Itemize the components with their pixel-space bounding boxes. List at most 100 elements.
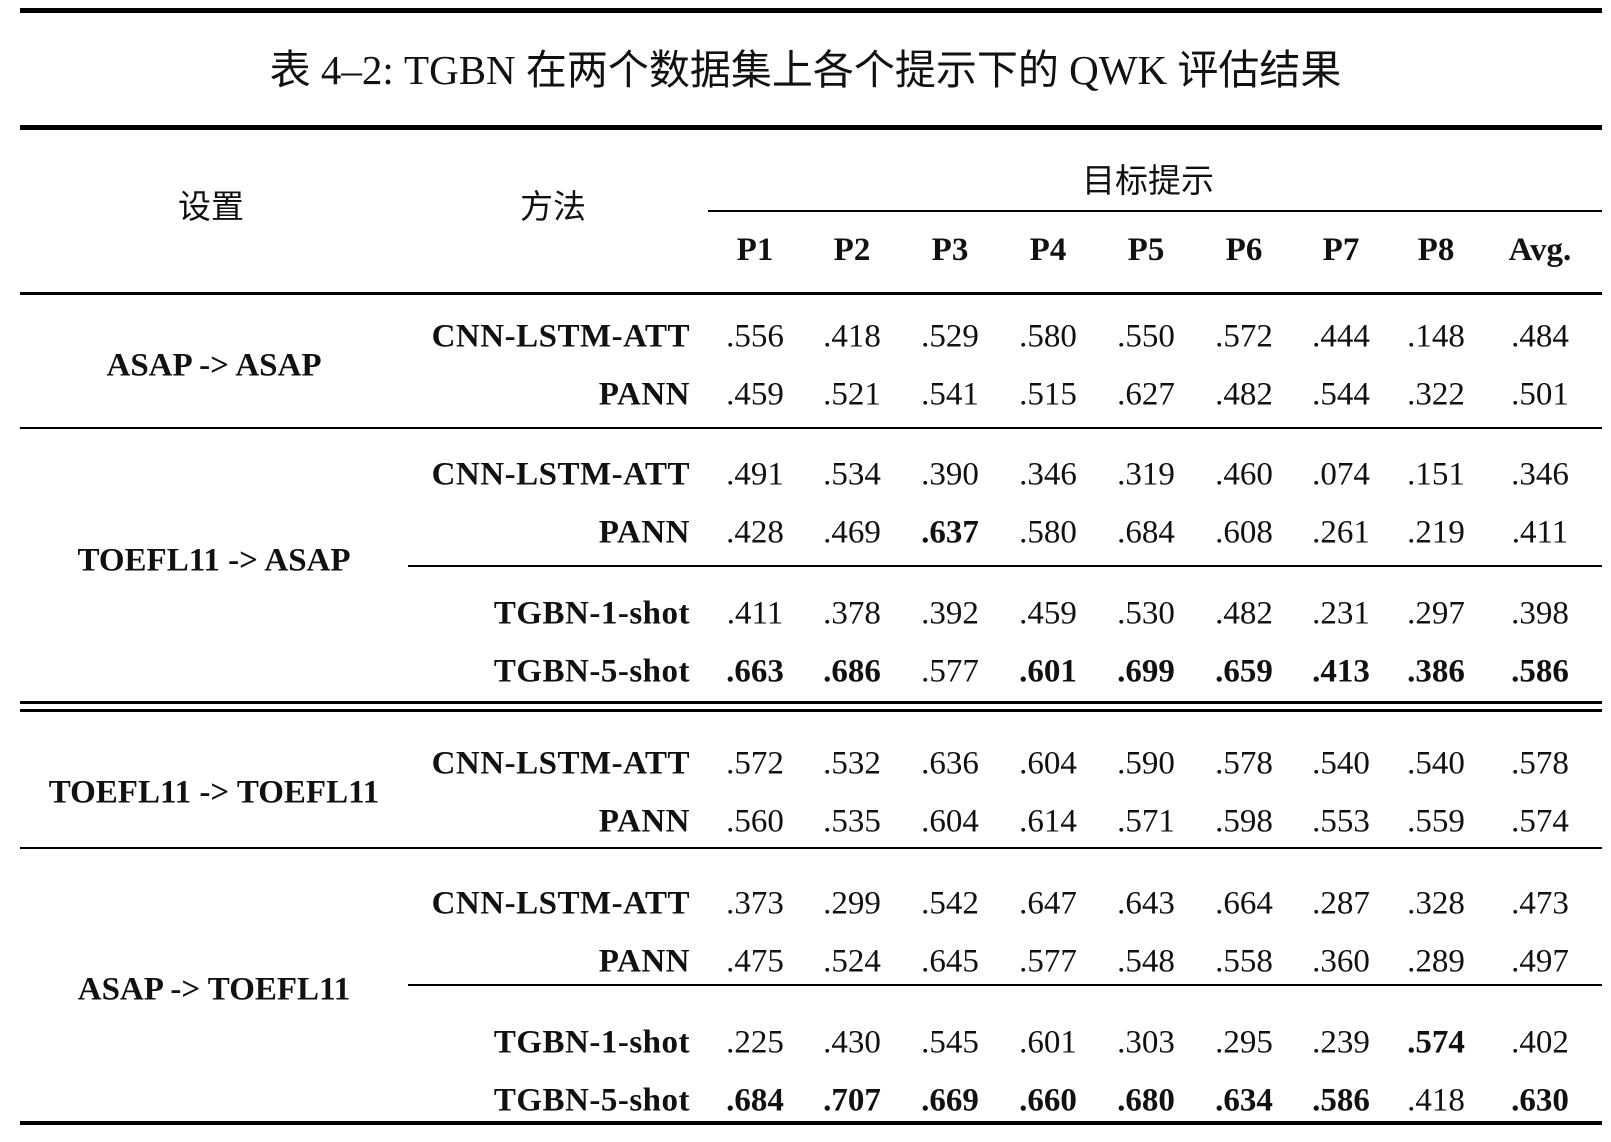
table-cell: .627 [1117, 376, 1175, 413]
table-cell: .572 [1215, 318, 1273, 355]
table-caption: 表 4–2: TGBN 在两个数据集上各个提示下的 QWK 评估结果 [269, 47, 1342, 93]
table-cell: .578 [1215, 745, 1273, 782]
column-header: P6 [1225, 232, 1263, 268]
table-cell: .578 [1511, 745, 1569, 782]
group-divider-rule [20, 847, 1602, 849]
table-cell: .469 [823, 514, 881, 551]
table-cell: .601 [1019, 653, 1077, 690]
table-cell: .444 [1312, 318, 1370, 355]
table-cell: .346 [1019, 456, 1077, 493]
table-cell: .473 [1511, 885, 1569, 922]
table-cell: .664 [1215, 885, 1273, 922]
table-cell: .636 [921, 745, 979, 782]
method-label: CNN-LSTM-ATT [431, 318, 690, 355]
table-cell: .418 [1407, 1082, 1465, 1119]
table-cell: .402 [1511, 1024, 1569, 1061]
table-cell: .577 [1019, 943, 1077, 980]
table-cell: .684 [726, 1082, 784, 1119]
column-header: P7 [1322, 232, 1360, 268]
table-cell: .590 [1117, 745, 1175, 782]
table-cell: .225 [726, 1024, 784, 1061]
table-cell: .411 [1511, 514, 1569, 551]
setting-label: ASAP -> ASAP [106, 347, 322, 384]
table-cell: .548 [1117, 943, 1175, 980]
table-cell: .484 [1511, 318, 1569, 355]
table-cell: .558 [1215, 943, 1273, 980]
setting-label: TOEFL11 -> TOEFL11 [48, 774, 380, 811]
table-cell: .643 [1117, 885, 1175, 922]
table-cell: .571 [1117, 803, 1175, 840]
table-cell: .299 [823, 885, 881, 922]
table-cell: .319 [1117, 456, 1175, 493]
target-header-rule [708, 210, 1602, 212]
header-target-prompts: 目标提示 [1082, 161, 1214, 200]
table-cell: .289 [1407, 943, 1465, 980]
table-cell: .663 [726, 653, 784, 690]
table-cell: .580 [1019, 514, 1077, 551]
table-cell: .608 [1215, 514, 1273, 551]
column-header: P8 [1417, 232, 1455, 268]
table-cell: .707 [823, 1082, 881, 1119]
table-cell: .295 [1215, 1024, 1273, 1061]
table-cell: .669 [921, 1082, 979, 1119]
table-cell: .411 [726, 595, 784, 632]
method-label: PANN [598, 943, 690, 980]
table-cell: .556 [726, 318, 784, 355]
table-cell: .550 [1117, 318, 1175, 355]
table-cell: .686 [823, 653, 881, 690]
table-cell: .614 [1019, 803, 1077, 840]
table-cell: .604 [921, 803, 979, 840]
results-table-page: 表 4–2: TGBN 在两个数据集上各个提示下的 QWK 评估结果 设置 方法… [0, 0, 1611, 1142]
table-cell: .497 [1511, 943, 1569, 980]
table-cell: .544 [1312, 376, 1370, 413]
table-cell: .482 [1215, 376, 1273, 413]
table-cell: .634 [1215, 1082, 1273, 1119]
table-cell: .074 [1312, 456, 1370, 493]
table-cell: .297 [1407, 595, 1465, 632]
table-cell: .630 [1511, 1082, 1569, 1119]
table-cell: .532 [823, 745, 881, 782]
table-cell: .430 [823, 1024, 881, 1061]
table-cell: .545 [921, 1024, 979, 1061]
table-bottom-rule [20, 1121, 1602, 1125]
table-cell: .541 [921, 376, 979, 413]
table-cell: .231 [1312, 595, 1370, 632]
table-cell: .540 [1312, 745, 1370, 782]
table-cell: .346 [1511, 456, 1569, 493]
table-cell: .601 [1019, 1024, 1077, 1061]
table-cell: .560 [726, 803, 784, 840]
double-rule-upper [20, 701, 1602, 704]
top-frame-rule [20, 8, 1602, 13]
table-cell: .390 [921, 456, 979, 493]
table-cell: .680 [1117, 1082, 1175, 1119]
header-setting: 设置 [178, 187, 244, 226]
method-label: CNN-LSTM-ATT [431, 745, 690, 782]
table-cell: .459 [726, 376, 784, 413]
method-label: CNN-LSTM-ATT [431, 885, 690, 922]
column-header: Avg. [1508, 232, 1572, 268]
table-cell: .553 [1312, 803, 1370, 840]
table-cell: .151 [1407, 456, 1465, 493]
table-cell: .521 [823, 376, 881, 413]
table-cell: .239 [1312, 1024, 1370, 1061]
double-rule-lower [20, 709, 1602, 712]
column-header: P3 [931, 232, 969, 268]
table-cell: .542 [921, 885, 979, 922]
table-cell: .660 [1019, 1082, 1077, 1119]
table-cell: .586 [1312, 1082, 1370, 1119]
table-cell: .535 [823, 803, 881, 840]
table-cell: .598 [1215, 803, 1273, 840]
method-label: TGBN-5-shot [493, 1082, 690, 1119]
table-cell: .524 [823, 943, 881, 980]
table-cell: .482 [1215, 595, 1273, 632]
table-cell: .491 [726, 456, 784, 493]
table-cell: .287 [1312, 885, 1370, 922]
table-cell: .460 [1215, 456, 1273, 493]
method-label: TGBN-5-shot [493, 653, 690, 690]
table-cell: .684 [1117, 514, 1175, 551]
table-cell: .413 [1312, 653, 1370, 690]
method-label: TGBN-1-shot [493, 595, 690, 632]
table-cell: .386 [1407, 653, 1465, 690]
table-cell: .699 [1117, 653, 1175, 690]
table-cell: .647 [1019, 885, 1077, 922]
